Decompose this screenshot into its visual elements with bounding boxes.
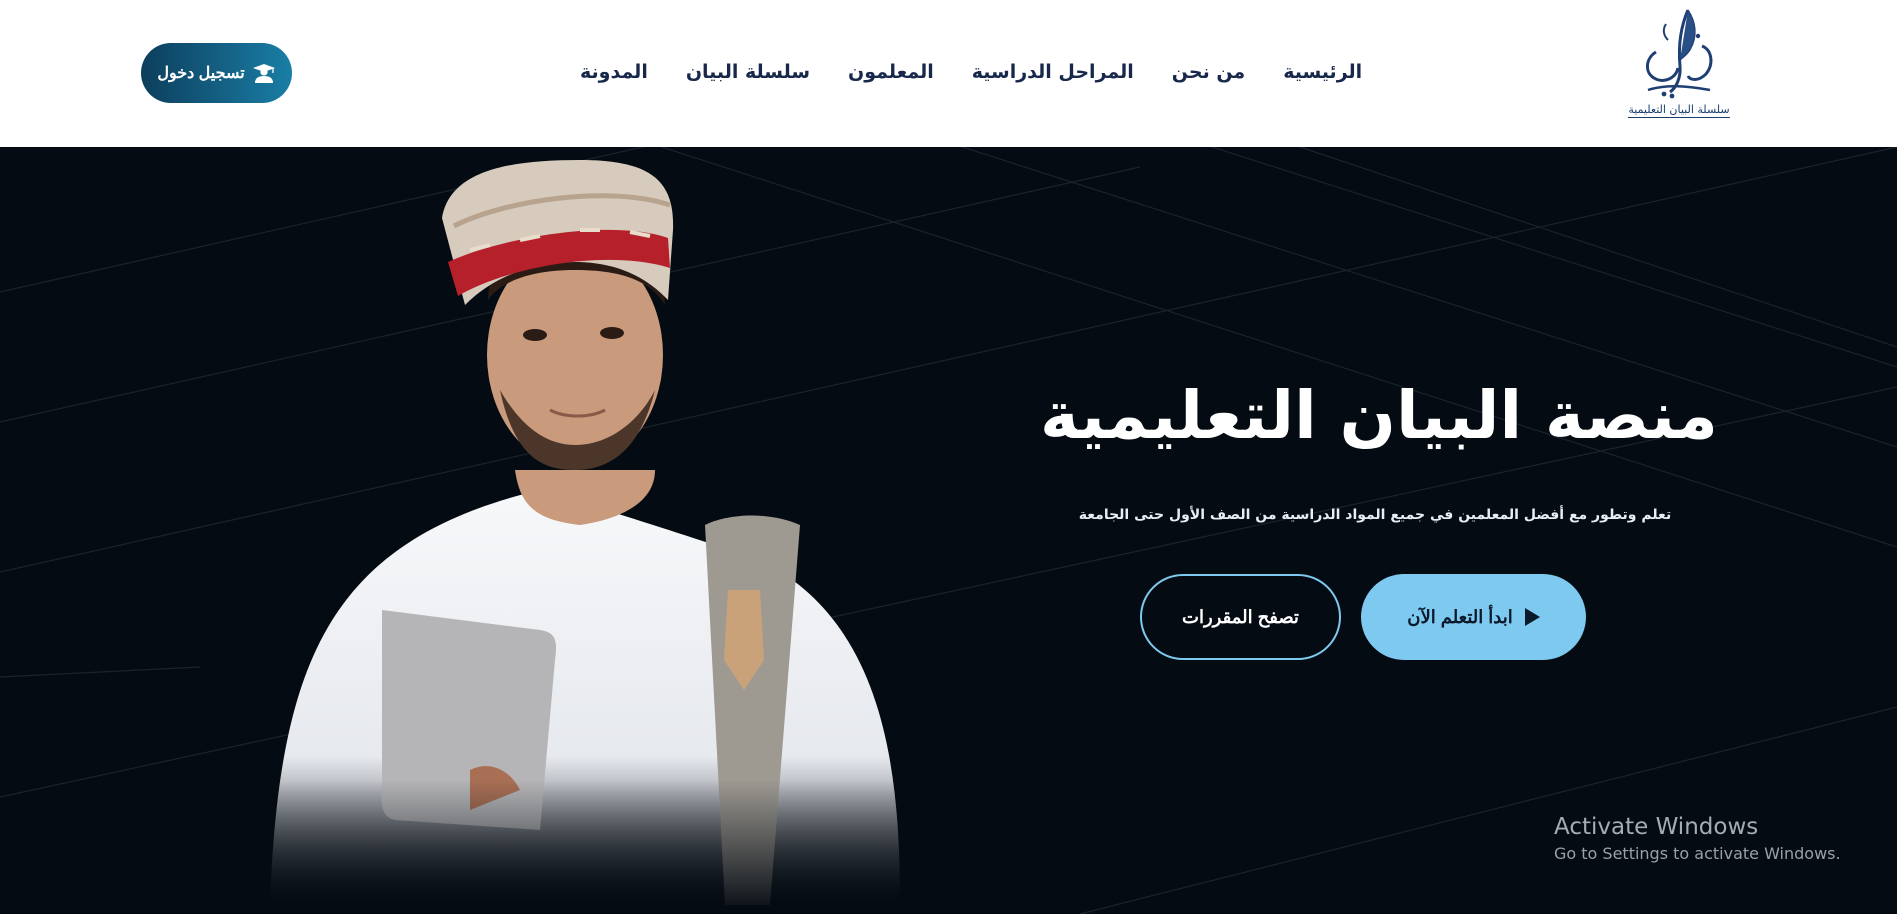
student-image: [240, 147, 940, 914]
browse-courses-button[interactable]: تصفح المقررات: [1140, 574, 1341, 660]
hero-section: منصة البيان التعليمية تعلم وتطور مع أفضل…: [0, 147, 1897, 914]
hero-title: منصة البيان التعليمية: [1040, 377, 1718, 454]
start-learning-button[interactable]: ابدأ التعلم الآن: [1361, 574, 1586, 660]
nav-about[interactable]: من نحن: [1172, 61, 1245, 83]
play-icon: [1524, 608, 1540, 626]
nav-blog[interactable]: المدونة: [580, 61, 648, 83]
nav-stages[interactable]: المراحل الدراسية: [972, 61, 1134, 83]
activate-windows-watermark: Activate Windows Go to Settings to activ…: [1554, 814, 1841, 863]
site-header: تسجيل دخول الرئيسية من نحن المراحل الدرا…: [0, 0, 1897, 147]
browse-courses-label: تصفح المقررات: [1182, 606, 1299, 627]
nav-home[interactable]: الرئيسية: [1283, 61, 1362, 83]
nav-albayan-series[interactable]: سلسلة البيان: [686, 61, 810, 83]
start-learning-label: ابدأ التعلم الآن: [1407, 606, 1513, 627]
watermark-subtitle: Go to Settings to activate Windows.: [1554, 844, 1841, 863]
login-button[interactable]: تسجيل دخول: [141, 43, 292, 103]
nav-teachers[interactable]: المعلمون: [848, 61, 934, 83]
watermark-title: Activate Windows: [1554, 814, 1759, 840]
logo-caption: سلسلة البيان التعليمية: [1628, 103, 1730, 118]
login-label: تسجيل دخول: [157, 65, 245, 82]
quill-logo-icon: [1646, 9, 1713, 99]
main-nav: الرئيسية من نحن المراحل الدراسية المعلمو…: [580, 56, 1362, 88]
hero-subtitle: تعلم وتطور مع أفضل المعلمين في جميع المو…: [1078, 507, 1672, 523]
graduate-user-icon: [252, 63, 276, 83]
